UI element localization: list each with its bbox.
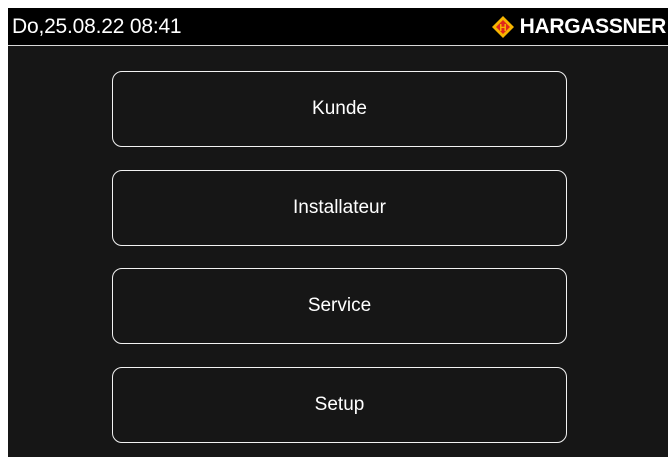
brand: H HARGASSNER <box>491 15 667 39</box>
kunde-button-label: Kunde <box>312 98 367 119</box>
screen: Do,25.08.22 08:41 H HARGASSNER Kunde Ins… <box>8 8 668 457</box>
date-time: Do,25.08.22 08:41 <box>12 15 182 38</box>
setup-button-label: Setup <box>314 394 365 415</box>
service-button-label: Service <box>307 295 372 316</box>
installateur-button-label: Installateur <box>293 197 386 218</box>
installateur-button[interactable]: Installateur <box>112 170 567 246</box>
kunde-button[interactable]: Kunde <box>112 71 567 147</box>
brand-name: HARGASSNER <box>519 15 667 38</box>
setup-button[interactable]: Setup <box>112 367 567 443</box>
service-button[interactable]: Service <box>112 268 567 344</box>
hargassner-logo-icon: H <box>491 16 514 38</box>
status-bar: Do,25.08.22 08:41 H HARGASSNER <box>8 8 668 46</box>
logo-letter: H <box>499 23 506 34</box>
